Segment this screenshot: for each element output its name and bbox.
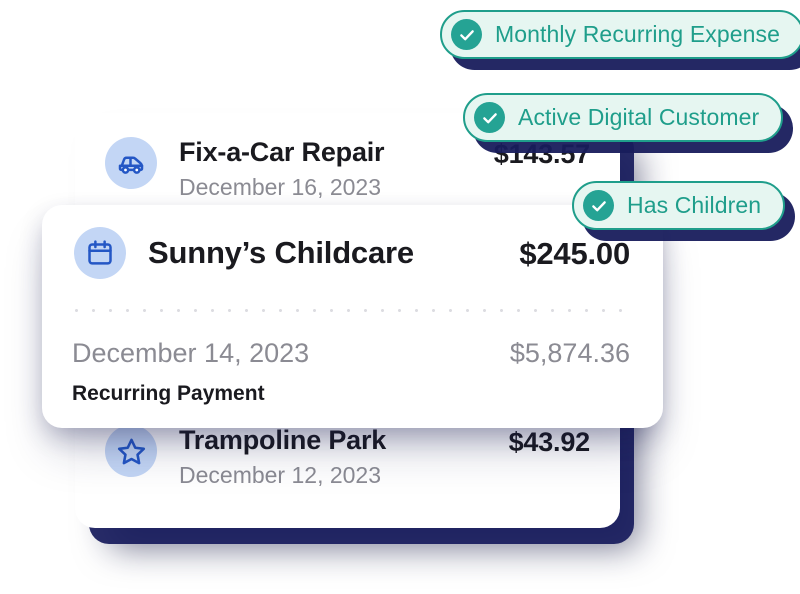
dotted-divider (68, 309, 634, 312)
tag-label: Monthly Recurring Expense (495, 21, 781, 47)
tag-active-digital-customer[interactable]: Active Digital Customer (463, 93, 784, 142)
transaction-row-body: Sunny’s Childcare (148, 235, 519, 271)
transaction-row-trampoline-park[interactable]: Trampoline Park December 12, 2023 $43.92 (105, 425, 590, 488)
merchant-name: Sunny’s Childcare (148, 235, 414, 271)
transaction-row-body: Trampoline Park December 12, 2023 (179, 425, 509, 488)
transaction-date: December 12, 2023 (179, 462, 382, 489)
detail-date: December 14, 2023 (72, 338, 310, 368)
car-icon (105, 137, 157, 189)
transaction-row-sunnys-childcare[interactable]: Sunny’s Childcare $245.00 (74, 227, 630, 279)
tag-label: Active Digital Customer (518, 104, 760, 130)
transaction-detail-card: Sunny’s Childcare $245.00 December 14, 2… (42, 205, 663, 428)
detail-label: Recurring Payment (72, 382, 265, 406)
star-icon (105, 425, 157, 477)
tag-monthly-recurring-expense[interactable]: Monthly Recurring Expense (440, 10, 800, 59)
check-circle-icon (451, 19, 482, 50)
transaction-amount: $43.92 (508, 427, 591, 457)
transaction-date: December 16, 2023 (179, 174, 382, 201)
transaction-row-body: Fix-a-Car Repair December 16, 2023 (179, 137, 494, 200)
composition-stage: Fix-a-Car Repair December 16, 2023 $143.… (0, 0, 800, 594)
transaction-row-fix-a-car-repair[interactable]: Fix-a-Car Repair December 16, 2023 $143.… (105, 137, 590, 200)
check-circle-icon (583, 190, 614, 221)
merchant-name: Trampoline Park (179, 425, 387, 455)
transaction-amount: $245.00 (519, 236, 630, 271)
detail-primary-line: December 14, 2023 $5,874.36 (72, 337, 630, 369)
tag-label: Has Children (627, 192, 762, 218)
detail-balance: $5,874.36 (509, 338, 630, 368)
tag-has-children[interactable]: Has Children (572, 181, 786, 230)
calendar-icon (74, 227, 126, 279)
merchant-name: Fix-a-Car Repair (179, 137, 385, 167)
check-circle-icon (474, 102, 505, 133)
transaction-detail-block: December 14, 2023 $5,874.36 Recurring Pa… (72, 337, 630, 407)
